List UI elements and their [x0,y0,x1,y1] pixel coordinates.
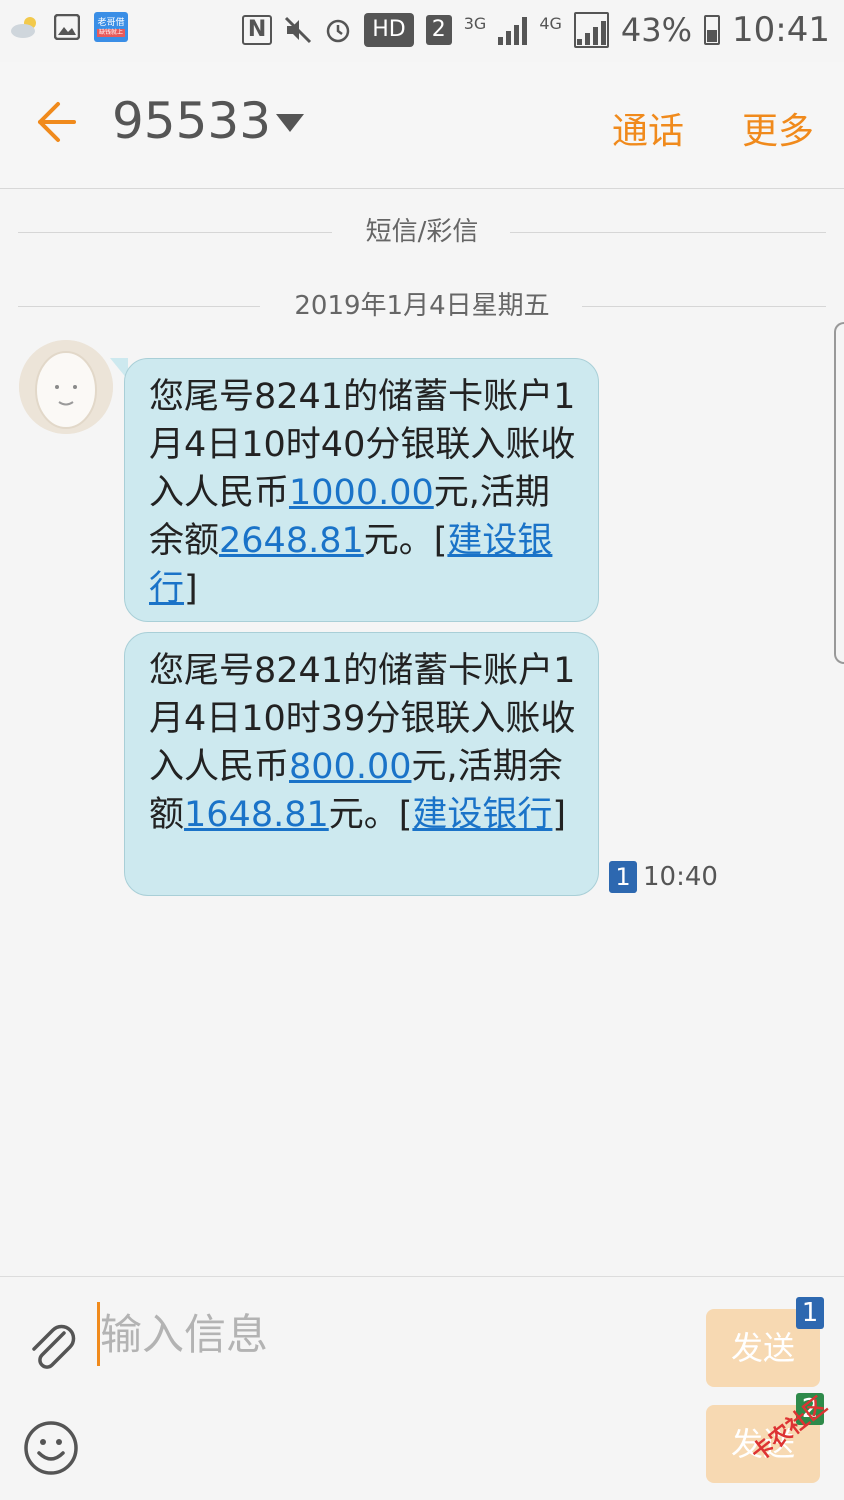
message-meta: 1 10:40 [609,861,718,893]
balance-link[interactable]: 1648.81 [184,795,329,835]
status-left: 老哥借 缺钱就上 [10,12,128,42]
notif-app-bottom-text: 缺钱就上 [96,28,125,37]
message-bubble[interactable]: 您尾号8241的储蓄卡账户1月4日10时39分银联入账收入人民币800.00元,… [124,632,599,896]
weather-cloud-icon [11,17,36,38]
message-input[interactable] [100,1301,660,1367]
sms-thread-screen: 老哥借 缺钱就上 N HD 2 3G 4G 43% 10:41 95533 通话… [0,0,844,1500]
dropdown-caret-icon[interactable] [276,114,304,132]
message-text: 元。[ [363,521,448,561]
contact-title[interactable]: 95533 [112,92,271,150]
bank-link[interactable]: 建设银行 [412,795,552,835]
clock: 10:41 [732,10,830,50]
balance-link[interactable]: 2648.81 [219,521,364,561]
amount-link[interactable]: 800.00 [289,747,411,787]
default-person-icon [19,340,113,434]
hd-voice-badge: HD [364,13,414,47]
nfc-icon: N [241,15,273,45]
message-type-divider: 短信/彩信 [18,212,826,252]
message-composer: 发送 1 发送 2 [0,1276,844,1500]
message-type-label: 短信/彩信 [365,217,479,247]
sim-1-badge: 1 [609,861,637,893]
paperclip-icon[interactable] [24,1319,80,1375]
edge-panel-handle[interactable] [834,322,844,664]
gallery-icon [54,14,80,40]
date-divider: 2019年1月4日星期五 [18,286,826,326]
emoji-icon[interactable] [22,1419,80,1477]
status-bar: 老哥借 缺钱就上 N HD 2 3G 4G 43% 10:41 [0,0,844,62]
alarm-icon [327,19,350,43]
sim-2-badge: 2 [425,15,452,45]
notif-app-top-text: 老哥借 [97,17,125,28]
back-arrow-icon[interactable] [36,100,76,144]
battery-icon [704,15,721,45]
mute-icon [285,16,312,44]
message-text: 元。[ [328,795,413,835]
network-4g-label: 4G [539,14,562,33]
battery-percent: 43% [620,11,693,49]
message-bubble[interactable]: 您尾号8241的储蓄卡账户1月4日10时40分银联入账收入人民币1000.00元… [124,358,599,622]
date-label: 2019年1月4日星期五 [294,291,550,321]
conversation-header: 95533 通话 更多 [0,62,844,189]
call-button[interactable]: 通话 [612,102,684,154]
message-text: ] [184,569,198,609]
notif-app-icon: 老哥借 缺钱就上 [94,12,128,42]
more-button[interactable]: 更多 [742,102,814,154]
amount-link[interactable]: 1000.00 [289,473,434,513]
signal-3g-icon [498,15,528,45]
status-right: N HD 2 3G 4G 43% 10:41 [241,10,830,50]
signal-4g-icon [573,12,609,48]
message-time: 10:40 [643,862,718,892]
network-3g-label: 3G [463,14,487,33]
message-text: ] [552,795,567,835]
send-sim1-badge: 1 [796,1297,824,1329]
contact-avatar[interactable] [19,340,113,434]
